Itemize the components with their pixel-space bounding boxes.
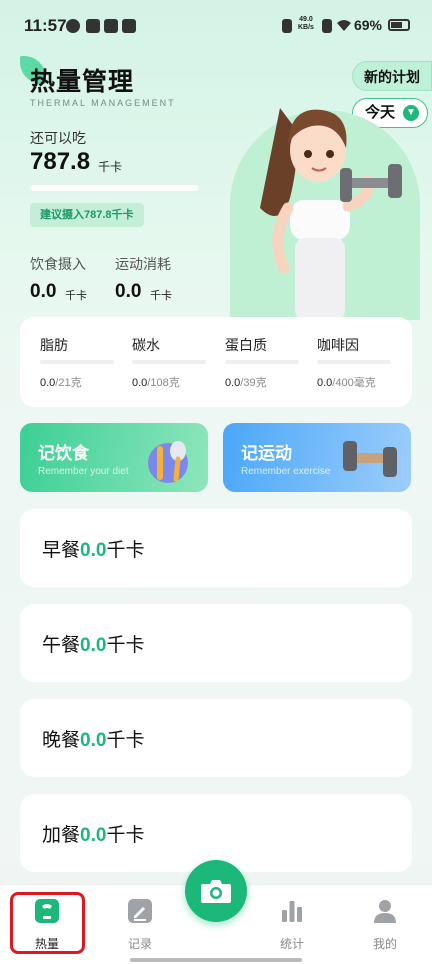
meal-card-lunch[interactable]: 午餐0.0千卡	[20, 604, 412, 682]
camera-icon	[201, 880, 231, 903]
burn-unit: 千卡	[150, 290, 172, 302]
meal-name: 午餐	[42, 635, 81, 656]
message-app-icon	[122, 19, 136, 33]
video-app-icon	[104, 19, 118, 33]
remaining-calories: 787.8	[30, 148, 91, 175]
log-diet-button[interactable]: 记饮食 Remember your diet	[20, 423, 208, 492]
nav-tab-profile[interactable]: 我的	[350, 898, 420, 952]
meal-name: 加餐	[42, 825, 81, 846]
sim-off-icon	[322, 19, 332, 33]
nutrient-limit: /400毫克	[332, 377, 376, 389]
fitness-girl-illustration	[260, 108, 402, 320]
status-time: 11:57	[24, 16, 67, 35]
app-notification-icon	[86, 19, 100, 33]
nav-tab-records[interactable]: 记录	[105, 898, 175, 952]
new-plan-button[interactable]: 新的计划	[352, 61, 432, 91]
meal-name: 早餐	[42, 540, 81, 561]
notification-icon	[66, 19, 80, 33]
meal-calories: 0.0	[80, 730, 107, 751]
log-diet-title: 记饮食	[38, 444, 89, 463]
page-title: 热量管理	[30, 68, 135, 96]
bar-chart-icon	[282, 901, 302, 922]
net-speed-value: 49.0	[299, 16, 313, 23]
camera-scan-button[interactable]	[185, 860, 247, 922]
net-speed-unit: KB/s	[298, 24, 314, 31]
meal-unit: 千卡	[106, 730, 145, 751]
meal-unit: 千卡	[106, 540, 145, 561]
nutrient-value: 0.0/108克	[132, 374, 180, 390]
status-bar: 11:57 49.0 KB/s 69%	[0, 0, 432, 52]
remaining-unit: 千卡	[98, 160, 123, 174]
page-subtitle: THERMAL MANAGEMENT	[30, 98, 176, 108]
nutrient-current: 0.0	[225, 377, 241, 389]
meal-label: 晚餐0.0千卡	[42, 725, 144, 752]
edit-note-icon	[128, 899, 152, 923]
meal-card-dinner[interactable]: 晚餐0.0千卡	[20, 699, 412, 777]
burn-value: 0.0	[115, 281, 142, 302]
calorie-progress-bar	[30, 185, 198, 191]
nutrient-name: 蛋白质	[225, 337, 267, 353]
home-indicator[interactable]	[130, 958, 302, 962]
meal-unit: 千卡	[106, 825, 145, 846]
meal-name: 晚餐	[42, 730, 81, 751]
meal-calories: 0.0	[80, 825, 107, 846]
burn-label: 运动消耗	[115, 256, 171, 272]
net-speed: 49.0 KB/s	[298, 16, 314, 32]
fork-spoon-icon	[148, 441, 188, 483]
meal-calories: 0.0	[80, 540, 107, 561]
nutrient-limit: /39克	[240, 377, 267, 389]
meal-calories: 0.0	[80, 635, 107, 656]
nutrient-limit: /108克	[147, 377, 180, 389]
log-diet-subtitle: Remember your diet	[38, 466, 129, 477]
nutrient-name: 碳水	[132, 337, 160, 353]
battery-icon	[388, 19, 410, 31]
intake-value: 0.0	[30, 281, 57, 302]
nav-tab-stats[interactable]: 统计	[257, 898, 327, 952]
suggested-intake-badge: 建议摄入787.8千卡	[30, 203, 144, 227]
nutrient-value: 0.0/21克	[40, 374, 82, 390]
intake-label: 饮食摄入	[30, 256, 86, 272]
nutrient-limit: /21克	[55, 377, 82, 389]
meal-label: 午餐0.0千卡	[42, 630, 144, 657]
nutrient-bar	[225, 360, 299, 364]
nav-label: 我的	[372, 937, 397, 951]
nutrient-value: 0.0/39克	[225, 374, 267, 390]
log-exercise-title: 记运动	[241, 444, 292, 463]
nutrient-current: 0.0	[132, 377, 148, 389]
log-exercise-button[interactable]: 记运动 Remember exercise	[223, 423, 411, 492]
nutrient-bar	[40, 360, 114, 364]
active-tab-highlight	[10, 892, 85, 954]
meal-label: 加餐0.0千卡	[42, 820, 144, 847]
meal-card-breakfast[interactable]: 早餐0.0千卡	[20, 509, 412, 587]
nutrient-bar	[132, 360, 206, 364]
nutrient-value: 0.0/400毫克	[317, 374, 376, 390]
nutrient-name: 脂肪	[40, 337, 68, 353]
meal-unit: 千卡	[106, 635, 145, 656]
vibrate-icon	[282, 19, 292, 33]
person-icon	[374, 900, 396, 923]
battery-percent: 69%	[353, 17, 382, 33]
nav-label: 统计	[279, 937, 304, 951]
dumbbell-icon	[343, 441, 397, 477]
nutrient-name: 咖啡因	[317, 337, 359, 353]
nutrient-current: 0.0	[317, 377, 333, 389]
log-exercise-subtitle: Remember exercise	[241, 466, 331, 477]
nutrient-current: 0.0	[40, 377, 56, 389]
intake-unit: 千卡	[65, 290, 87, 302]
nutrient-bar	[317, 360, 391, 364]
remaining-label: 还可以吃	[30, 130, 86, 146]
wifi-icon	[337, 20, 351, 31]
meal-label: 早餐0.0千卡	[42, 535, 144, 562]
nav-label: 记录	[127, 937, 152, 951]
